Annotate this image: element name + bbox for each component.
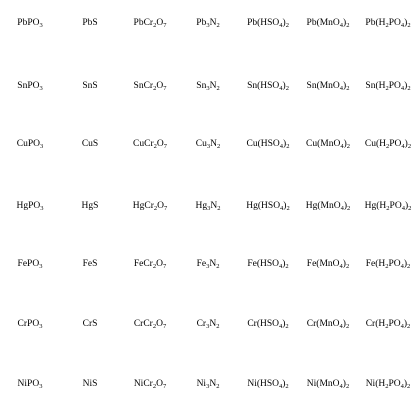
formula-cell: PbCr2O7 bbox=[133, 18, 167, 29]
formula-cell: CuPO3 bbox=[16, 139, 44, 150]
formula-cell: Sn3N2 bbox=[196, 81, 220, 92]
formula-cell: Cr(H2PO4)2 bbox=[365, 319, 411, 330]
formula-cell: Hg(HSO4)2 bbox=[246, 201, 290, 212]
formula-cell: CrPO3 bbox=[17, 319, 43, 330]
formula-cell: FeCr2O7 bbox=[133, 259, 167, 270]
formula-cell: CrCr2O7 bbox=[133, 319, 167, 330]
formula-cell: Ni(MnO4)2 bbox=[306, 379, 350, 390]
formula-cell: Fe(H2PO4)2 bbox=[365, 259, 411, 270]
formula-cell: PbS bbox=[82, 18, 98, 28]
formula-cell: Fe(HSO4)2 bbox=[247, 259, 289, 270]
formula-row-cr: CrPO3 CrS CrCr2O7 Cr3N2 Cr(HSO4)2 Cr(MnO4)2 Cr… bbox=[0, 317, 420, 331]
formula-cell: Ni(H2PO4)2 bbox=[365, 379, 411, 390]
formula-row-sn: SnPO3 SnS SnCr2O7 Sn3N2 Sn(HSO4)2 Sn(MnO4)2 Sn… bbox=[0, 79, 420, 93]
formula-row-fe: FePO3 FeS FeCr2O7 Fe3N2 Fe(HSO4)2 Fe(MnO4)2 Fe… bbox=[0, 257, 420, 271]
formula-cell: Hg(H2PO4)2 bbox=[364, 201, 412, 212]
formula-cell: Sn(MnO4)2 bbox=[306, 81, 350, 92]
formula-cell: FeS bbox=[82, 259, 98, 269]
formula-cell: NiPO3 bbox=[17, 379, 43, 390]
formula-cell: Pb(HSO4)2 bbox=[247, 18, 289, 29]
formula-cell: Cu(HSO4)2 bbox=[246, 139, 290, 150]
formula-cell: Ni3N2 bbox=[196, 379, 220, 390]
formula-row-ni: NiPO3 NiS NiCr2O7 Ni3N2 Ni(HSO4)2 Ni(MnO4)2 Ni… bbox=[0, 377, 420, 391]
formula-cell: SnCr2O7 bbox=[133, 81, 167, 92]
formula-cell: HgCr2O7 bbox=[132, 201, 168, 212]
formula-cell: Cr(HSO4)2 bbox=[247, 319, 289, 330]
formula-cell: SnPO3 bbox=[17, 81, 43, 92]
formula-cell: Pb(MnO4)2 bbox=[306, 18, 350, 29]
formula-cell: Hg(MnO4)2 bbox=[305, 201, 351, 212]
formula-grid: PbPO3 PbS PbCr2O7 Pb3N2 Pb(HSO4)2 Pb(MnO4)2 Pb… bbox=[0, 0, 420, 420]
formula-cell: PbPO3 bbox=[17, 18, 43, 29]
formula-row-hg: HgPO3 HgS HgCr2O7 Hg3N2 Hg(HSO4)2 Hg(MnO4)2 Hg… bbox=[0, 199, 420, 213]
formula-cell: Pb3N2 bbox=[196, 18, 220, 29]
formula-cell: Fe(MnO4)2 bbox=[306, 259, 350, 270]
formula-cell: NiCr2O7 bbox=[133, 379, 167, 390]
formula-cell: Hg3N2 bbox=[195, 201, 221, 212]
formula-cell: SnS bbox=[82, 81, 98, 91]
formula-cell: CuCr2O7 bbox=[133, 139, 167, 150]
formula-cell: Ni(HSO4)2 bbox=[247, 379, 289, 390]
formula-cell: CrS bbox=[82, 319, 98, 329]
formula-cell: Pb(H2PO4)2 bbox=[365, 18, 411, 29]
formula-cell: Cr(MnO4)2 bbox=[306, 319, 350, 330]
formula-cell: Sn(H2PO4)2 bbox=[365, 81, 411, 92]
formula-cell: NiS bbox=[82, 379, 98, 389]
formula-cell: Fe3N2 bbox=[196, 259, 220, 270]
formula-cell: Sn(HSO4)2 bbox=[247, 81, 289, 92]
formula-cell: CuS bbox=[81, 139, 99, 149]
formula-cell: Cu3N2 bbox=[195, 139, 221, 150]
formula-cell: Cr3N2 bbox=[196, 319, 220, 330]
formula-cell: HgS bbox=[81, 201, 99, 211]
formula-row-cu: CuPO3 CuS CuCr2O7 Cu3N2 Cu(HSO4)2 Cu(MnO4)2 Cu… bbox=[0, 137, 420, 151]
formula-cell: FePO3 bbox=[17, 259, 43, 270]
formula-row-pb: PbPO3 PbS PbCr2O7 Pb3N2 Pb(HSO4)2 Pb(MnO4)2 Pb… bbox=[0, 16, 420, 30]
formula-cell: HgPO3 bbox=[16, 201, 44, 212]
formula-cell: Cu(MnO4)2 bbox=[306, 139, 350, 150]
formula-cell: Cu(H2PO4)2 bbox=[364, 139, 412, 150]
